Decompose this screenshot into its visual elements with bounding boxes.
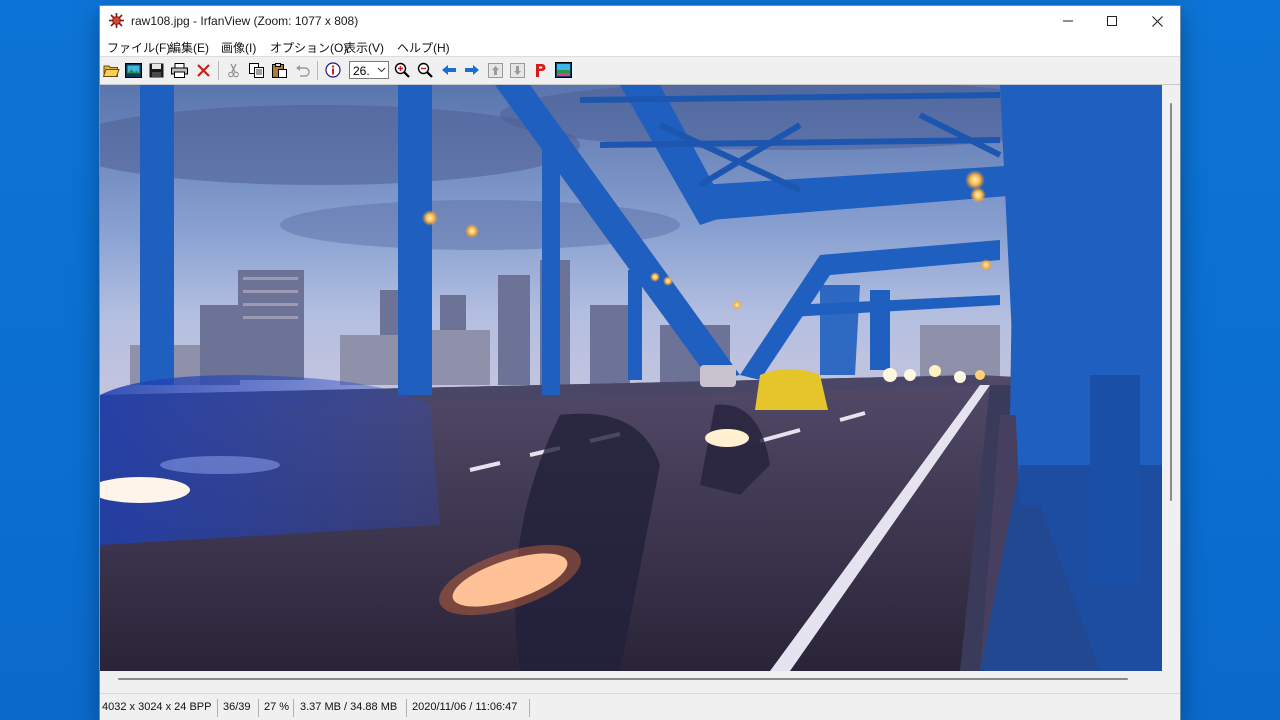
- status-image-dimensions: 4032 x 3024 x 24 BPP: [102, 701, 212, 713]
- photo-canvas: [100, 85, 1162, 671]
- delete-icon: [196, 63, 210, 77]
- close-icon: [1151, 15, 1163, 27]
- zoom-combo[interactable]: 26.: [349, 61, 389, 79]
- window-title: raw108.jpg - IrfanView (Zoom: 1077 x 808…: [131, 14, 359, 28]
- irfanview-app-icon: [109, 13, 124, 28]
- irfanview-window: raw108.jpg - IrfanView (Zoom: 1077 x 808…: [100, 6, 1180, 720]
- next-arrow-icon: [465, 65, 479, 75]
- toolbar-separator: [317, 61, 318, 80]
- minimize-icon: [1063, 20, 1073, 22]
- horizontal-scroll-thumb[interactable]: [118, 678, 1128, 680]
- zoom-in-icon: [394, 62, 410, 78]
- zoom-in-button[interactable]: [393, 61, 411, 79]
- undo-button[interactable]: [293, 61, 311, 79]
- menu-view[interactable]: 表示(V): [344, 39, 384, 56]
- image-viewport[interactable]: [100, 85, 1162, 671]
- thumbnails-icon: [554, 62, 572, 78]
- close-button[interactable]: [1134, 6, 1180, 36]
- vertical-scroll-thumb[interactable]: [1170, 103, 1172, 501]
- previous-arrow-icon: [442, 65, 456, 75]
- info-icon: [325, 62, 341, 78]
- last-file-button[interactable]: [508, 61, 526, 79]
- open-folder-icon: [102, 65, 120, 77]
- minimize-button[interactable]: [1045, 6, 1091, 36]
- menu-bar: ファイル(F) 編集(E) 画像(I) オプション(O) 表示(V) ヘルプ(H…: [100, 36, 1180, 57]
- paste-icon: [271, 62, 287, 78]
- zoom-out-button[interactable]: [416, 61, 434, 79]
- first-file-icon: [487, 62, 503, 78]
- info-button[interactable]: [324, 61, 342, 79]
- menu-file[interactable]: ファイル(F): [107, 39, 170, 56]
- status-zoom: 27 %: [264, 701, 290, 713]
- status-datetime: 2020/11/06 / 11:06:47: [412, 701, 518, 713]
- zoom-out-icon: [417, 62, 433, 78]
- undo-icon: [295, 64, 310, 77]
- maximize-button[interactable]: [1089, 6, 1135, 36]
- title-bar[interactable]: raw108.jpg - IrfanView (Zoom: 1077 x 808…: [100, 6, 1180, 36]
- status-divider: [293, 699, 294, 717]
- paste-button[interactable]: [270, 61, 288, 79]
- menu-image[interactable]: 画像(I): [221, 39, 256, 56]
- paint-p-icon: [535, 63, 545, 77]
- status-file-size: 3.37 MB / 34.88 MB: [300, 701, 398, 713]
- vertical-scrollbar[interactable]: [1162, 85, 1180, 685]
- print-icon: [170, 62, 188, 78]
- maximize-icon: [1107, 16, 1117, 26]
- status-divider: [217, 699, 218, 717]
- menu-options[interactable]: オプション(O): [270, 39, 347, 56]
- slideshow-icon: [124, 62, 142, 78]
- thumbnails-button[interactable]: [554, 61, 572, 79]
- chevron-down-icon: [377, 67, 386, 73]
- status-bar: 4032 x 3024 x 24 BPP 36/39 27 % 3.37 MB …: [100, 693, 1180, 720]
- previous-button[interactable]: [440, 61, 458, 79]
- open-button[interactable]: [102, 61, 120, 79]
- horizontal-scrollbar[interactable]: [100, 671, 1162, 685]
- cut-icon: [227, 63, 239, 77]
- menu-help[interactable]: ヘルプ(H): [397, 39, 450, 56]
- paint-button[interactable]: [531, 61, 549, 79]
- menu-edit[interactable]: 編集(E): [169, 39, 209, 56]
- last-file-icon: [509, 62, 525, 78]
- status-file-index: 36/39: [223, 701, 251, 713]
- status-divider: [258, 699, 259, 717]
- print-button[interactable]: [170, 61, 188, 79]
- next-button[interactable]: [463, 61, 481, 79]
- copy-button[interactable]: [247, 61, 265, 79]
- toolbar: 26.: [100, 57, 1180, 85]
- zoom-combo-value: 26.: [353, 64, 370, 78]
- toolbar-separator: [218, 61, 219, 80]
- cut-button[interactable]: [224, 61, 242, 79]
- status-divider: [529, 699, 530, 717]
- save-icon: [149, 63, 163, 77]
- delete-button[interactable]: [194, 61, 212, 79]
- slideshow-button[interactable]: [124, 61, 142, 79]
- save-button[interactable]: [147, 61, 165, 79]
- copy-icon: [248, 62, 264, 78]
- status-divider: [406, 699, 407, 717]
- first-file-button[interactable]: [486, 61, 504, 79]
